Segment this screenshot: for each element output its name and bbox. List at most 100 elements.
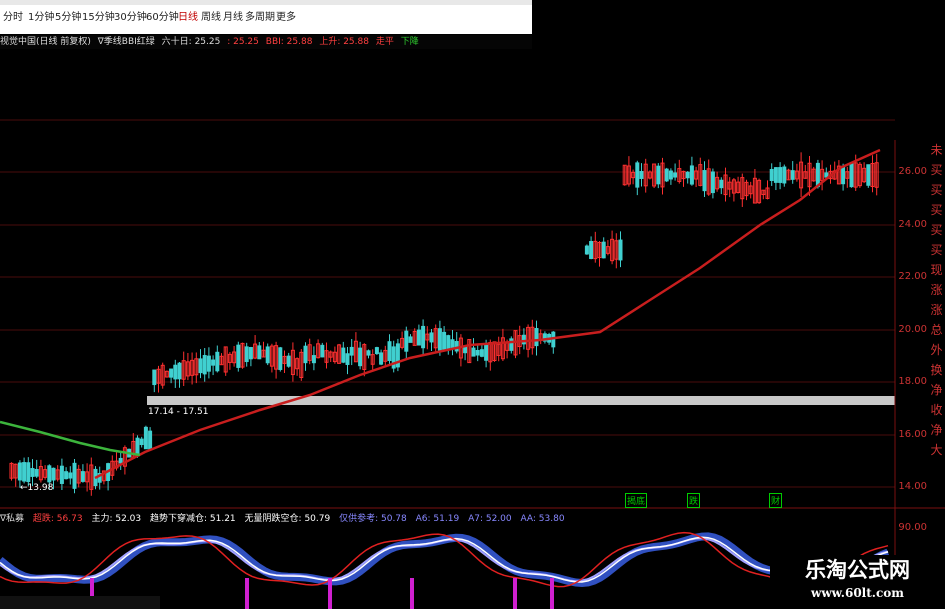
indicator-title[interactable]: ∇私募: [0, 514, 24, 524]
indicator-value: AA: 53.80: [520, 514, 565, 524]
candle-body: [59, 465, 64, 484]
candle-body: [169, 368, 174, 378]
event-tag[interactable]: 财: [769, 493, 783, 508]
candle-body: [177, 362, 182, 380]
range-annotation: 17.14 - 17.51: [148, 407, 209, 417]
period-tab-daily[interactable]: 日线: [178, 10, 198, 26]
candle-body: [509, 338, 514, 351]
candle-body: [248, 347, 253, 360]
candle-body: [866, 164, 871, 186]
price-tick: 26.00: [898, 166, 927, 177]
bottom-tab-strip[interactable]: [0, 596, 160, 609]
candle-body: [584, 245, 589, 255]
price-tick: 14.00: [898, 481, 927, 492]
candle-body: [286, 355, 291, 367]
strip-char: 外: [930, 343, 943, 357]
candle-body: [778, 167, 783, 183]
candle-body: [841, 165, 846, 185]
candle-body: [416, 329, 421, 346]
candle-body: [68, 472, 73, 479]
ma-line-green: [0, 420, 141, 457]
candle-body: [639, 171, 644, 179]
candle-body: [198, 358, 203, 374]
candle-body: [824, 172, 829, 178]
event-tag[interactable]: 揭底: [625, 493, 648, 508]
period-tab-more[interactable]: 更多: [276, 10, 296, 26]
event-tag[interactable]: 跌: [687, 493, 701, 508]
indicator-value: A6: 51.19: [415, 514, 460, 524]
signal-bar: [410, 578, 414, 609]
low-price-annotation: ←13.98: [20, 483, 54, 493]
value-1: : 25.25: [227, 37, 259, 47]
period-tab-1min[interactable]: 1分钟: [28, 10, 54, 26]
toolbar-top-strip: [0, 0, 532, 5]
strip-char: 买: [930, 163, 943, 177]
candle-body: [656, 165, 661, 185]
candle-body: [80, 471, 85, 482]
strip-char: 买: [930, 243, 943, 257]
candle-body: [769, 169, 774, 181]
candle-body: [72, 462, 77, 489]
candle-body: [278, 347, 283, 370]
candle-body: [702, 170, 707, 192]
indicator-value: 趋势下穿减仓: 51.21: [150, 514, 236, 524]
candle-body: [143, 426, 148, 450]
candle-body: [446, 335, 451, 350]
quote-panel-strip: 未 买 买 买 买 买 现 涨 涨 总 外 换 净 收 净 大: [928, 140, 945, 460]
candle-body: [47, 465, 52, 483]
strip-char: 未: [930, 143, 943, 157]
candle-body: [618, 239, 623, 261]
candle-body: [374, 347, 379, 355]
period-tab-5min[interactable]: 5分钟: [55, 10, 81, 26]
candle-body: [534, 328, 539, 347]
candle-body: [773, 167, 778, 183]
indicator-value: 主力: 52.03: [91, 514, 142, 524]
price-tick: 18.00: [898, 376, 927, 387]
status-fall: 下降: [400, 37, 419, 47]
strip-char: 总: [930, 323, 943, 337]
candle-body: [320, 344, 325, 358]
indicator-name[interactable]: ∇季线BBI红绿: [98, 37, 155, 47]
candle-body: [211, 359, 216, 366]
strip-char: 买: [930, 203, 943, 217]
candle-body: [782, 166, 787, 184]
strip-char: 换: [930, 363, 943, 377]
candle-body: [387, 341, 392, 361]
stock-title: 视觉中国(日线 前复权): [0, 37, 91, 47]
candle-body: [345, 353, 350, 365]
candle-body: [303, 345, 308, 364]
candle-body: [379, 352, 384, 365]
period-tab-weekly[interactable]: 周线: [201, 10, 221, 26]
period-tab-multi[interactable]: 多周期: [245, 10, 275, 26]
strip-char: 大: [930, 443, 943, 457]
signal-bar: [513, 578, 517, 609]
candle-body: [349, 346, 354, 356]
candle-body: [635, 162, 640, 188]
period-tab-30min[interactable]: 30分钟: [114, 10, 147, 26]
indicator-value: A7: 52.00: [468, 514, 512, 524]
candle-body: [664, 168, 669, 182]
period-tab-intraday[interactable]: 分时: [3, 10, 23, 26]
strip-char: 涨: [930, 303, 943, 317]
candle-body: [673, 172, 678, 178]
watermark-logo: 乐淘公式网 www.60lt.com: [770, 555, 945, 609]
sixty-day-value: 六十日: 25.25: [161, 37, 221, 47]
candle-body: [484, 344, 489, 361]
period-toolbar: 分时 1分钟 5分钟 15分钟 30分钟 60分钟 日线 周线 月线 多周期 更…: [0, 0, 532, 34]
candle-body: [118, 457, 123, 464]
chart-info-bar: 视觉中国(日线 前复权) ∇季线BBI红绿 六十日: 25.25 : 25.25…: [0, 35, 532, 49]
candle-body: [173, 364, 178, 380]
period-tab-60min[interactable]: 60分钟: [146, 10, 179, 26]
period-tab-15min[interactable]: 15分钟: [82, 10, 115, 26]
ma-line-red: [94, 148, 881, 480]
support-band: [147, 396, 895, 405]
candle-body: [215, 351, 220, 372]
indicator-value: 超跌: 56.73: [32, 514, 83, 524]
candle-body: [206, 355, 211, 372]
strip-char: 净: [930, 423, 943, 437]
candle-body: [589, 241, 594, 259]
candle-body: [135, 437, 140, 454]
period-tab-monthly[interactable]: 月线: [223, 10, 243, 26]
strip-char: 收: [930, 403, 943, 417]
candle-body: [421, 325, 426, 349]
